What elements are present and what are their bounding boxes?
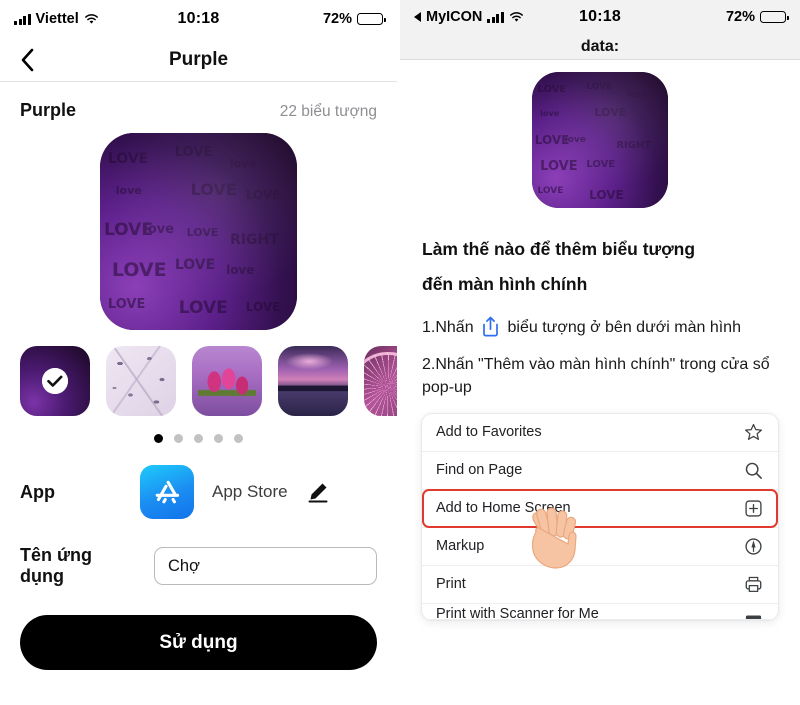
collection-title: Purple <box>20 100 77 120</box>
cellular-bars-icon <box>487 11 504 23</box>
page-indicator[interactable] <box>0 416 397 451</box>
rainbow-love-icon: LOVE LOVE love love LOVE LOVE love RIGHT… <box>532 72 668 208</box>
battery-percent-label: 72% <box>322 11 353 27</box>
scanner-icon <box>742 606 764 619</box>
page-dot[interactable] <box>194 434 203 443</box>
page-dot[interactable] <box>234 434 243 443</box>
collection-count: 22 biểu tượng <box>279 103 377 120</box>
step1-text-after: biểu tượng ở bên dưới màn hình <box>507 319 741 336</box>
wifi-icon <box>84 13 99 25</box>
app-name-input[interactable]: Chợ <box>154 547 377 585</box>
status-bar-right: 72% <box>621 9 790 25</box>
step1-text-before: 1.Nhấn <box>422 319 474 336</box>
clock-label: 10:18 <box>177 10 220 27</box>
status-bar-left: MyICON <box>414 9 579 25</box>
app-selection-row: App App Store <box>0 451 397 523</box>
menu-item-label: Markup <box>436 538 485 555</box>
icon-thumbnail-strip[interactable] <box>0 340 397 416</box>
app-name-row: Tên ứng dụng Chợ <box>0 523 397 587</box>
star-icon <box>742 421 764 443</box>
left-phone-screen: Viettel 10:18 72% Purple Purple 22 biểu … <box>0 0 397 705</box>
thumbnail-purple-tulips[interactable] <box>192 346 262 416</box>
howto-heading-line1: Làm thế nào để thêm biểu tượng <box>422 239 696 259</box>
menu-item-label: Find on Page <box>436 462 523 479</box>
menu-item-add-to-home-screen[interactable]: Add to Home Screen <box>422 490 778 528</box>
howto-heading: Làm thế nào để thêm biểu tượng đến màn h… <box>400 208 800 302</box>
use-button[interactable]: Sử dụng <box>20 615 377 670</box>
menu-item-print[interactable]: Print <box>422 566 778 604</box>
printer-icon <box>742 573 764 595</box>
left-nav-bar: Purple <box>0 38 397 82</box>
thumbnail-purple-skyline-sunset[interactable] <box>278 346 348 416</box>
wifi-icon <box>509 11 524 23</box>
plus-square-icon <box>742 497 764 519</box>
thumbnail-lavender-botanical[interactable] <box>106 346 176 416</box>
right-phone-screen: MyICON 10:18 72% data: LOVE LOVE <box>397 0 800 705</box>
carrier-label: Viettel <box>35 11 79 27</box>
search-icon <box>742 459 764 481</box>
cellular-bars-icon <box>14 13 31 25</box>
thumbnail-ferris-wheel[interactable] <box>364 346 397 416</box>
hero-preview-container: LOVE LOVE love love LOVE LOVE LOVE love … <box>0 127 397 340</box>
url-bar[interactable]: data: <box>400 34 800 60</box>
howto-step-2: 2.Nhấn "Thêm vào màn hình chính" trong c… <box>422 356 770 397</box>
selected-check-icon <box>42 368 68 394</box>
page-dot[interactable] <box>214 434 223 443</box>
clock-label: 10:18 <box>579 8 621 25</box>
page-dot[interactable] <box>174 434 183 443</box>
origin-app-label[interactable]: MyICON <box>426 9 482 25</box>
app-name-label: Tên ứng dụng <box>20 545 93 586</box>
status-bar-right: 72% <box>219 11 387 27</box>
battery-icon <box>357 13 387 25</box>
menu-item-add-to-favorites[interactable]: Add to Favorites <box>422 414 778 452</box>
app-store-icon[interactable] <box>140 465 194 519</box>
right-hero-container: LOVE LOVE love love LOVE LOVE love RIGHT… <box>400 60 800 208</box>
menu-item-label: Print with Scanner for Me <box>436 605 599 620</box>
pointing-hand-cursor <box>531 506 577 569</box>
dual-screenshot-container: Viettel 10:18 72% Purple Purple 22 biểu … <box>0 0 800 705</box>
howto-heading-line2: đến màn hình chính <box>422 274 588 294</box>
page-dot[interactable] <box>154 434 163 443</box>
app-row-label: App <box>20 481 55 502</box>
right-status-bar: MyICON 10:18 72% <box>400 0 800 34</box>
battery-percent-label: 72% <box>725 9 756 25</box>
pencil-edit-icon[interactable] <box>306 480 330 504</box>
howto-step-1: 1.Nhấn biểu tượng ở bên dưới màn hình <box>422 316 778 339</box>
rainbow-artwork: LOVE LOVE love love LOVE LOVE LOVE love … <box>100 133 297 330</box>
menu-item-label: Print <box>436 576 466 593</box>
status-bar-left: Viettel <box>14 11 178 27</box>
collection-header: Purple 22 biểu tượng <box>0 82 397 127</box>
markup-pen-icon <box>742 535 764 557</box>
rainbow-love-icon[interactable]: LOVE LOVE love love LOVE LOVE LOVE love … <box>100 133 297 330</box>
selected-app-name: App Store <box>212 482 288 501</box>
back-triangle-icon[interactable] <box>414 12 421 22</box>
thumbnail-rainbow-love[interactable] <box>20 346 90 416</box>
battery-icon <box>760 11 790 23</box>
share-sheet-menu[interactable]: Add to Favorites Find on Page Add to Hom… <box>422 413 778 620</box>
menu-item-label: Add to Favorites <box>436 424 542 441</box>
menu-item-print-with-scanner[interactable]: Print with Scanner for Me <box>422 604 778 620</box>
back-button[interactable] <box>14 47 40 73</box>
menu-item-markup[interactable]: Markup <box>422 528 778 566</box>
menu-item-find-on-page[interactable]: Find on Page <box>422 452 778 490</box>
howto-steps: 1.Nhấn biểu tượng ở bên dưới màn hình 2.… <box>400 302 800 400</box>
page-title: Purple <box>168 48 229 70</box>
rainbow-artwork: LOVE LOVE love love LOVE LOVE love RIGHT… <box>532 72 668 208</box>
left-status-bar: Viettel 10:18 72% <box>0 0 397 38</box>
share-icon <box>481 316 500 337</box>
